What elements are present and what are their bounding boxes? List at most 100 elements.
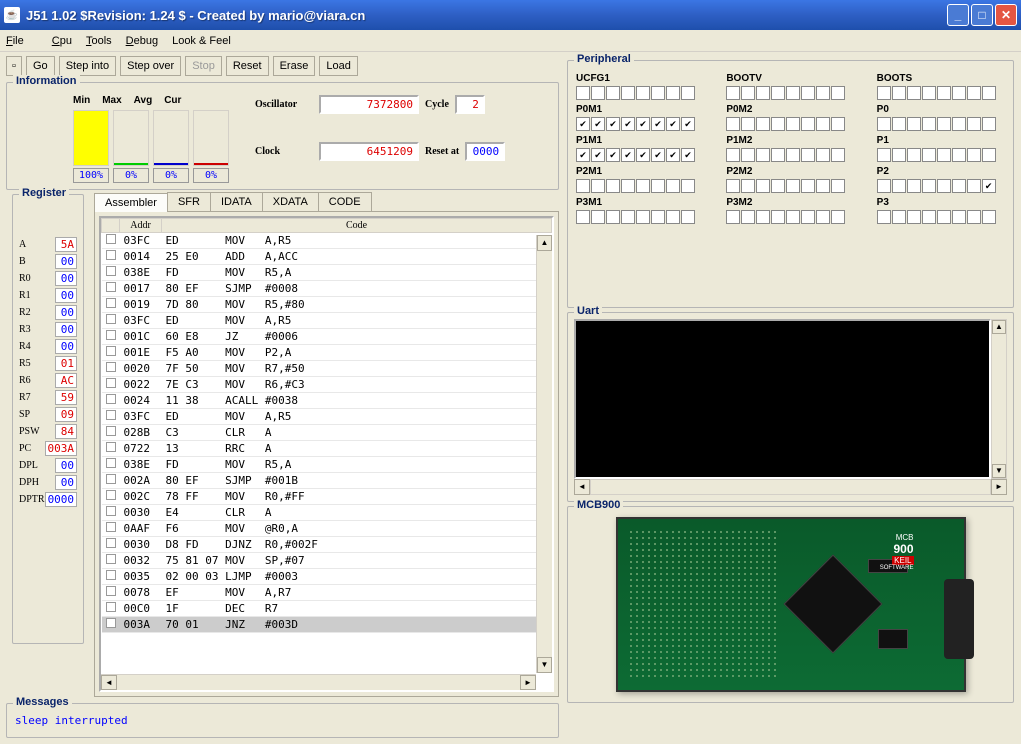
bit-checkbox[interactable] xyxy=(922,179,936,193)
breakpoint-checkbox[interactable] xyxy=(106,378,116,388)
scroll-down-icon[interactable]: ▼ xyxy=(992,464,1006,478)
register-value[interactable]: 00 xyxy=(55,288,77,303)
bit-checkbox[interactable] xyxy=(877,148,891,162)
bit-checkbox[interactable] xyxy=(606,179,620,193)
bit-checkbox[interactable] xyxy=(741,86,755,100)
bit-checkbox[interactable] xyxy=(741,210,755,224)
asm-row[interactable]: 001780 EF SJMP #0008 xyxy=(102,281,552,297)
bit-checkbox[interactable] xyxy=(907,86,921,100)
asm-row[interactable]: 072213 RRC A xyxy=(102,441,552,457)
reset-at-value[interactable]: 0000 xyxy=(465,142,505,161)
asm-row[interactable]: 03FCED MOV A,R5 xyxy=(102,409,552,425)
tab-idata[interactable]: IDATA xyxy=(210,192,263,211)
bit-checkbox[interactable] xyxy=(741,179,755,193)
bit-checkbox[interactable] xyxy=(786,148,800,162)
bit-checkbox[interactable] xyxy=(651,148,665,162)
bit-checkbox[interactable] xyxy=(967,86,981,100)
register-value[interactable]: 59 xyxy=(55,390,77,405)
bit-checkbox[interactable] xyxy=(816,210,830,224)
bit-checkbox[interactable] xyxy=(831,148,845,162)
scroll-up-icon[interactable]: ▲ xyxy=(992,320,1006,334)
asm-row[interactable]: 003A70 01 JNZ #003D xyxy=(102,617,552,633)
bit-checkbox[interactable] xyxy=(922,117,936,131)
bit-checkbox[interactable] xyxy=(756,117,770,131)
bit-checkbox[interactable] xyxy=(756,86,770,100)
scroll-right-icon[interactable]: ► xyxy=(520,675,536,690)
bit-checkbox[interactable] xyxy=(801,148,815,162)
bit-checkbox[interactable] xyxy=(681,179,695,193)
breakpoint-checkbox[interactable] xyxy=(106,346,116,356)
tab-code[interactable]: CODE xyxy=(318,192,372,211)
register-value[interactable]: 00 xyxy=(55,305,77,320)
register-value[interactable]: 01 xyxy=(55,356,77,371)
uart-console[interactable] xyxy=(574,319,991,479)
bit-checkbox[interactable] xyxy=(576,210,590,224)
bit-checkbox[interactable] xyxy=(907,179,921,193)
breakpoint-checkbox[interactable] xyxy=(106,282,116,292)
bit-checkbox[interactable] xyxy=(937,117,951,131)
asm-row[interactable]: 00207F 50 MOV R7,#50 xyxy=(102,361,552,377)
bit-checkbox[interactable] xyxy=(831,210,845,224)
bit-checkbox[interactable] xyxy=(771,148,785,162)
menu-file[interactable]: File xyxy=(6,35,38,47)
scroll-up-icon[interactable]: ▲ xyxy=(537,235,552,251)
menu-tools[interactable]: Tools xyxy=(86,35,112,47)
bit-checkbox[interactable] xyxy=(621,179,635,193)
register-value[interactable]: 0000 xyxy=(45,492,78,507)
bit-checkbox[interactable] xyxy=(771,179,785,193)
close-button[interactable]: ✕ xyxy=(995,4,1017,26)
breakpoint-checkbox[interactable] xyxy=(106,410,116,420)
bit-checkbox[interactable] xyxy=(771,117,785,131)
bit-checkbox[interactable] xyxy=(666,117,680,131)
bit-checkbox[interactable] xyxy=(922,210,936,224)
breakpoint-checkbox[interactable] xyxy=(106,474,116,484)
register-value[interactable]: AC xyxy=(55,373,77,388)
bit-checkbox[interactable] xyxy=(756,179,770,193)
bit-checkbox[interactable] xyxy=(967,210,981,224)
toolbar-icon[interactable]: ▫ xyxy=(6,56,22,76)
bit-checkbox[interactable] xyxy=(621,117,635,131)
bit-checkbox[interactable] xyxy=(952,86,966,100)
bit-checkbox[interactable] xyxy=(576,86,590,100)
bit-checkbox[interactable] xyxy=(877,117,891,131)
register-value[interactable]: 00 xyxy=(55,475,77,490)
bit-checkbox[interactable] xyxy=(967,117,981,131)
bit-checkbox[interactable] xyxy=(952,179,966,193)
register-value[interactable]: 00 xyxy=(55,271,77,286)
bit-checkbox[interactable] xyxy=(651,179,665,193)
bit-checkbox[interactable] xyxy=(666,210,680,224)
bit-checkbox[interactable] xyxy=(892,179,906,193)
tab-xdata[interactable]: XDATA xyxy=(262,192,319,211)
bit-checkbox[interactable] xyxy=(771,86,785,100)
step-into-button[interactable]: Step into xyxy=(59,56,116,76)
breakpoint-checkbox[interactable] xyxy=(106,506,116,516)
bit-checkbox[interactable] xyxy=(801,117,815,131)
bit-checkbox[interactable] xyxy=(937,148,951,162)
scroll-left-icon[interactable]: ◄ xyxy=(101,675,117,690)
asm-row[interactable]: 00C01F DEC R7 xyxy=(102,601,552,617)
bit-checkbox[interactable] xyxy=(726,148,740,162)
reset-button[interactable]: Reset xyxy=(226,56,269,76)
bit-checkbox[interactable] xyxy=(756,148,770,162)
maximize-button[interactable]: □ xyxy=(971,4,993,26)
register-value[interactable]: 5A xyxy=(55,237,77,252)
bit-checkbox[interactable] xyxy=(651,210,665,224)
bit-checkbox[interactable] xyxy=(726,210,740,224)
bit-checkbox[interactable] xyxy=(636,148,650,162)
asm-row[interactable]: 001425 E0 ADD A,ACC xyxy=(102,249,552,265)
bit-checkbox[interactable] xyxy=(741,148,755,162)
breakpoint-checkbox[interactable] xyxy=(106,394,116,404)
bit-checkbox[interactable] xyxy=(591,86,605,100)
bit-checkbox[interactable] xyxy=(816,86,830,100)
bit-checkbox[interactable] xyxy=(907,117,921,131)
bit-checkbox[interactable] xyxy=(937,86,951,100)
bit-checkbox[interactable] xyxy=(892,86,906,100)
breakpoint-checkbox[interactable] xyxy=(106,250,116,260)
go-button[interactable]: Go xyxy=(26,56,55,76)
bit-checkbox[interactable] xyxy=(636,86,650,100)
bit-checkbox[interactable] xyxy=(831,179,845,193)
bit-checkbox[interactable] xyxy=(816,179,830,193)
bit-checkbox[interactable] xyxy=(907,210,921,224)
assembler-table[interactable]: Addr Code 03FCED MOV A,R5001425 E0 ADD A… xyxy=(99,216,554,692)
asm-row[interactable]: 0030E4 CLR A xyxy=(102,505,552,521)
